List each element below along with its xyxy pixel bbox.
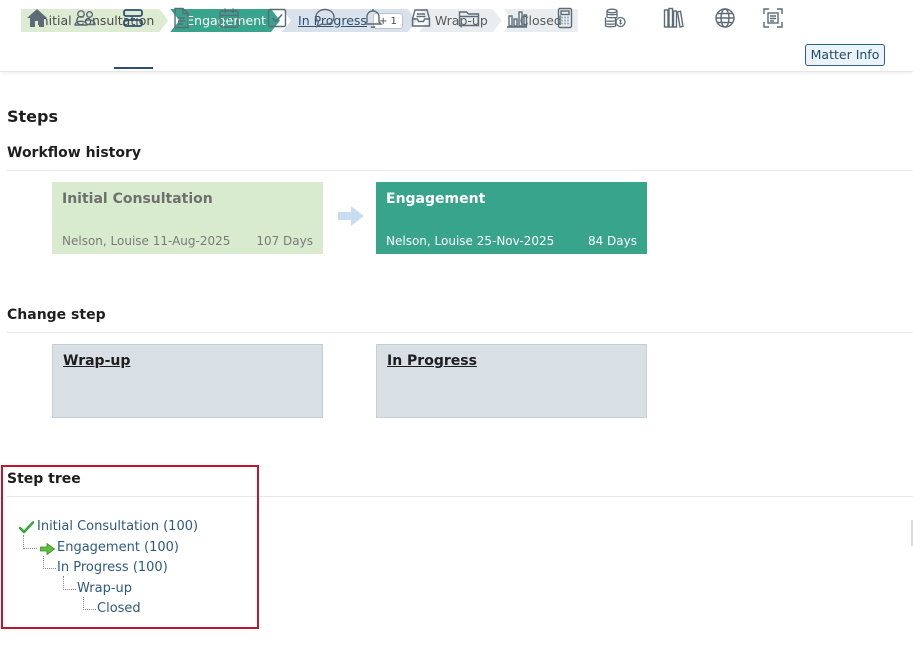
divider [7,332,913,333]
home-icon[interactable] [23,4,51,32]
flow-arrow-icon [338,206,364,226]
page-title: Steps [7,107,58,126]
history-card-days: 107 Days [256,234,313,248]
tree-item-initial-consultation[interactable]: Initial Consultation (100) [37,519,198,534]
steps-icon[interactable] [119,4,147,32]
divider [7,170,913,171]
history-card-initial-consultation: Initial Consultation Nelson, Louise 11-A… [52,182,323,254]
document-icon[interactable] [167,4,195,32]
change-step-option-wrap-up[interactable]: Wrap-up [52,344,323,418]
change-step-label[interactable]: In Progress [387,353,477,369]
history-card-title: Engagement [386,191,486,207]
tree-item-engagement[interactable]: Engagement (100) [57,540,179,555]
bell-icon[interactable] [359,4,387,32]
change-step-option-in-progress[interactable]: In Progress [376,344,647,418]
calculator-icon[interactable] [551,4,579,32]
tree-connector [63,576,76,590]
calendar-icon[interactable] [215,4,243,32]
scan-icon[interactable] [759,4,787,32]
step-breadcrumb: Initial Consultation Engagement In Progr… [21,9,580,32]
people-icon[interactable] [71,4,99,32]
folder-icon[interactable] [455,4,483,32]
tree-item-closed[interactable]: Closed [97,601,141,616]
tree-connector [23,535,37,549]
tree-item-in-progress[interactable]: In Progress (100) [57,560,168,575]
bar-chart-icon[interactable] [503,4,531,32]
checkbox-icon[interactable] [263,4,291,32]
check-icon [19,521,34,534]
tree-connector [83,597,96,610]
change-step-heading: Change step [7,307,106,323]
matter-info-button[interactable]: Matter Info [805,44,885,66]
active-tab-indicator [114,67,153,69]
history-card-engagement: Engagement Nelson, Louise 25-Nov-2025 84… [376,182,647,254]
workflow-history-heading: Workflow history [7,145,142,161]
tree-connector [43,556,56,569]
change-step-label[interactable]: Wrap-up [63,353,130,369]
arrow-right-icon [40,543,55,555]
history-card-user-date: Nelson, Louise 25-Nov-2025 [386,234,555,248]
history-card-days: 84 Days [587,234,637,248]
globe-icon[interactable] [711,4,739,32]
coins-icon[interactable] [601,4,629,32]
chat-icon[interactable] [311,4,339,32]
library-icon[interactable] [659,4,687,32]
history-card-user-date: Nelson, Louise 11-Aug-2025 [62,234,231,248]
history-card-title: Initial Consultation [62,191,213,207]
crumb-in-progress[interactable]: In Progress + 1 [282,9,417,32]
tree-item-wrap-up[interactable]: Wrap-up [77,581,132,596]
inbox-icon[interactable] [407,4,435,32]
